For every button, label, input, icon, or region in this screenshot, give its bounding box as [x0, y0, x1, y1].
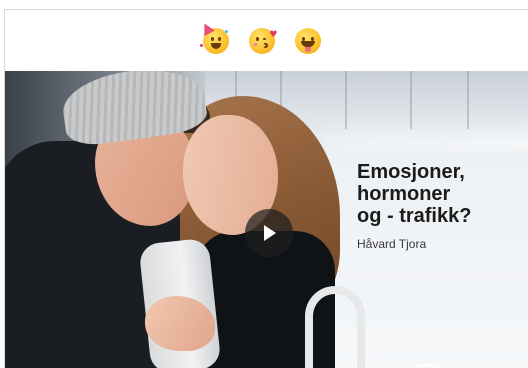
tree: [345, 71, 347, 129]
mouth: [210, 42, 221, 49]
party-face-icon[interactable]: [198, 20, 229, 54]
reaction-bar: ♥: [5, 10, 528, 71]
video-title: Emosjoner, hormoner og - trafikk?: [357, 161, 472, 227]
content-card: ♥ Emosjoner, hormoner og - trafikk? Håva…: [4, 9, 528, 368]
kissing-heart-face-icon[interactable]: ♥: [248, 27, 278, 54]
cheek: [252, 42, 258, 46]
eye: [217, 36, 221, 41]
video-title-block: Emosjoner, hormoner og - trafikk? Håvard…: [357, 161, 525, 251]
kiss-lips: [262, 42, 268, 48]
confetti: [199, 43, 203, 47]
winking-eye: [262, 37, 266, 40]
play-icon: [264, 225, 276, 241]
video-author: Håvard Tjora: [357, 237, 427, 251]
tongue-out-face-icon[interactable]: [294, 27, 321, 54]
eye: [210, 36, 214, 41]
eye: [301, 36, 305, 41]
tree: [467, 71, 469, 129]
tongue: [304, 46, 311, 52]
bag-strap: [305, 286, 365, 368]
eye: [255, 36, 259, 41]
heart-icon: ♥: [269, 29, 278, 40]
confetti: [224, 29, 228, 33]
party-hat: [198, 20, 215, 36]
video-thumbnail[interactable]: Emosjoner, hormoner og - trafikk? Håvard…: [5, 71, 528, 368]
mouth: [300, 40, 315, 47]
loading-indicator: [413, 364, 439, 368]
tree: [410, 71, 412, 129]
eye: [310, 36, 314, 41]
play-button[interactable]: [245, 209, 293, 257]
